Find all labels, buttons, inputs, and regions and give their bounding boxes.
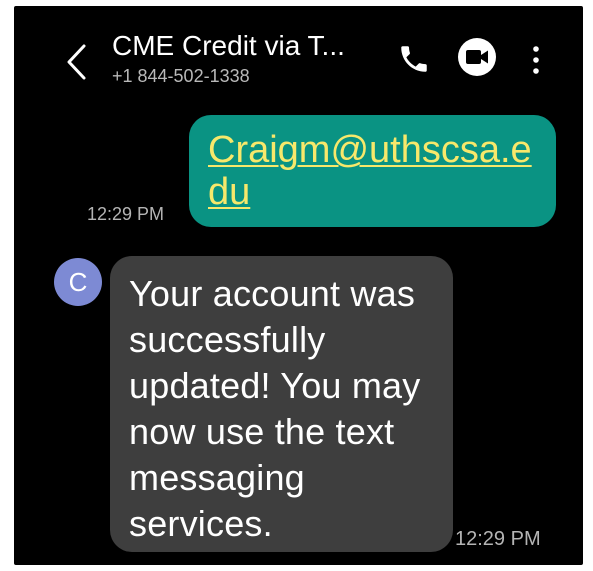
more-options-icon (533, 46, 539, 74)
message-thread-screen: CME Credit via T... +1 844-502-1338 12:2… (14, 6, 583, 565)
back-arrow-icon (67, 44, 86, 80)
received-message-bubble[interactable]: Your account was successfully updated! Y… (110, 256, 453, 552)
back-button[interactable] (64, 42, 90, 82)
video-call-icon (458, 38, 496, 76)
conversation-phone-number: +1 844-502-1338 (112, 66, 250, 86)
sent-message-bubble[interactable]: Craigm@uthscsa.edu (189, 115, 556, 227)
phone-icon (401, 46, 427, 72)
sent-message-timestamp: 12:29 PM (87, 204, 165, 224)
video-call-button[interactable] (457, 37, 497, 77)
received-message-text: Your account was successfully updated! Y… (129, 273, 421, 544)
avatar[interactable]: C (54, 258, 102, 306)
received-message-timestamp: 12:29 PM (455, 528, 541, 550)
email-link[interactable]: Craigm@uthscsa.edu (208, 129, 538, 213)
conversation-title: CME Credit via T... (112, 30, 345, 61)
call-button[interactable] (397, 42, 431, 76)
more-options-button[interactable] (526, 40, 546, 80)
